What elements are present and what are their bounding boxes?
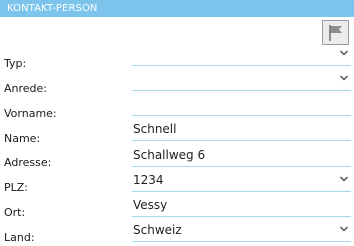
section-title: KONTAKT-PERSON: [7, 3, 98, 14]
typ-select[interactable]: [132, 44, 351, 66]
adresse-input[interactable]: Schallweg 6: [132, 145, 351, 167]
typ-label: Typ:: [4, 57, 27, 70]
flag-icon: [329, 25, 342, 41]
section-header: KONTAKT-PERSON: [0, 0, 354, 17]
land-select[interactable]: Schweiz: [132, 220, 351, 242]
name-label: Name:: [4, 132, 41, 145]
chevron-down-icon: [339, 50, 349, 56]
ort-input[interactable]: Vessy: [132, 195, 351, 217]
ort-label: Ort:: [4, 206, 26, 219]
anrede-label: Anrede:: [4, 82, 48, 95]
plz-value: 1234: [133, 173, 164, 187]
ort-value: Vessy: [133, 198, 168, 212]
land-value: Schweiz: [133, 223, 182, 237]
vorname-label: Vorname:: [4, 107, 57, 120]
chevron-down-icon: [339, 75, 349, 81]
chevron-down-icon: [339, 226, 349, 232]
plz-select[interactable]: 1234: [132, 170, 351, 192]
chevron-down-icon: [339, 176, 349, 182]
adresse-label: Adresse:: [4, 156, 52, 169]
vorname-input[interactable]: [132, 94, 351, 116]
land-label: Land:: [4, 231, 35, 244]
adresse-value: Schallweg 6: [133, 148, 206, 162]
flag-button[interactable]: [322, 20, 349, 45]
name-input[interactable]: Schnell: [132, 119, 351, 141]
plz-label: PLZ:: [4, 181, 29, 194]
anrede-select[interactable]: [132, 69, 351, 91]
name-value: Schnell: [133, 122, 177, 136]
